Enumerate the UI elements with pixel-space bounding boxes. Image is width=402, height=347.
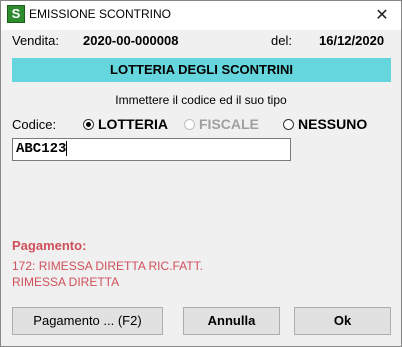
- app-icon: S: [7, 5, 25, 23]
- close-button[interactable]: ✕: [363, 1, 401, 30]
- ok-button[interactable]: Ok: [294, 307, 391, 335]
- lottery-banner: LOTTERIA DEGLI SCONTRINI: [12, 58, 391, 82]
- window-title: EMISSIONE SCONTRINO: [29, 7, 172, 21]
- sale-date: 16/12/2020: [319, 33, 385, 48]
- radio-fiscale-label: FISCALE: [199, 116, 259, 132]
- payment-title: Pagamento:: [12, 238, 87, 253]
- payment-line-2: RIMESSA DIRETTA: [12, 275, 120, 289]
- radio-nessuno[interactable]: NESSUNO: [283, 116, 367, 134]
- code-label: Codice:: [12, 117, 57, 132]
- code-input[interactable]: ABC123: [12, 138, 291, 161]
- title-bar: S EMISSIONE SCONTRINO ✕: [1, 1, 401, 30]
- radio-nessuno-label: NESSUNO: [298, 116, 368, 132]
- code-input-value: ABC123: [16, 141, 67, 157]
- instruction-text: Immettere il codice ed il suo tipo: [115, 93, 287, 107]
- radio-selected-icon: [83, 119, 94, 130]
- radio-lotteria[interactable]: LOTTERIA: [83, 116, 168, 134]
- radio-empty-icon: [184, 119, 195, 130]
- dialog-window: S EMISSIONE SCONTRINO ✕ Vendita: 2020-00…: [0, 0, 402, 347]
- text-caret: [66, 140, 68, 156]
- sale-number: 2020-00-000008: [83, 33, 179, 48]
- cancel-button[interactable]: Annulla: [183, 307, 280, 335]
- sale-label: Vendita:: [12, 33, 59, 48]
- radio-fiscale: FISCALE: [184, 116, 259, 134]
- date-label: del:: [271, 33, 292, 48]
- radio-empty-icon: [283, 119, 294, 130]
- payment-line-1: 172: RIMESSA DIRETTA RIC.FATT.: [12, 259, 203, 273]
- radio-lotteria-label: LOTTERIA: [98, 116, 168, 132]
- payment-button[interactable]: Pagamento ... (F2): [12, 307, 163, 335]
